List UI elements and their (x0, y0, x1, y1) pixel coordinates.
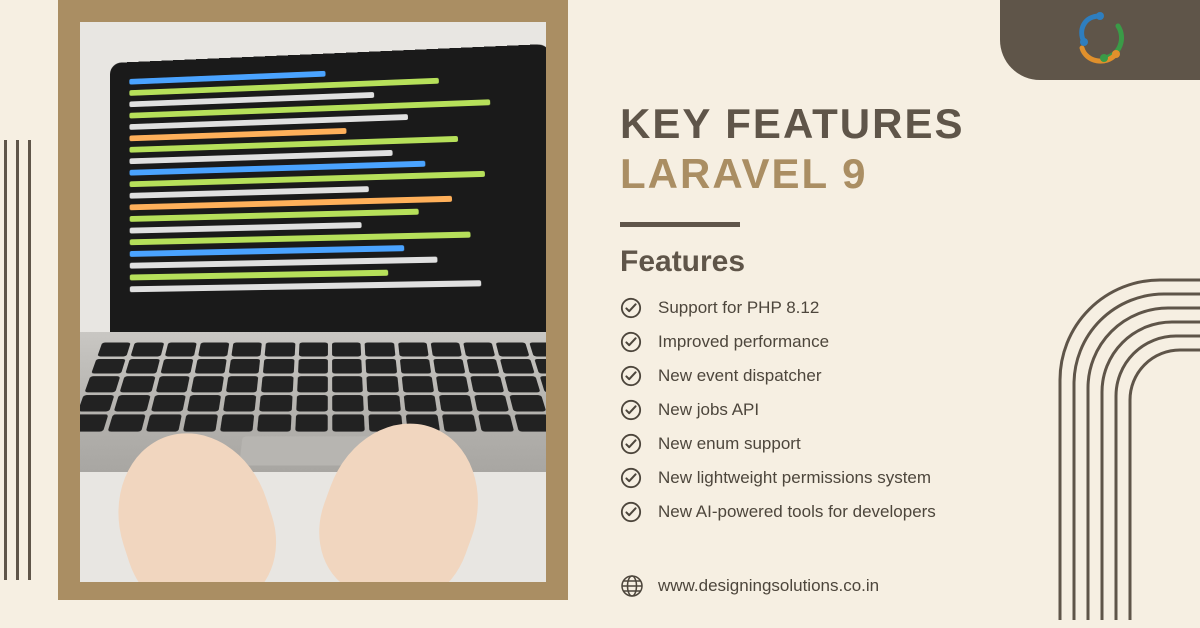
feature-item: Support for PHP 8.12 (620, 297, 1140, 319)
check-circle-icon (620, 331, 642, 353)
feature-item: New event dispatcher (620, 365, 1140, 387)
globe-icon (620, 574, 644, 598)
brand-logo-icon (1070, 8, 1130, 73)
website-footer: www.designingsolutions.co.in (620, 574, 879, 598)
feature-text: New AI-powered tools for developers (658, 502, 936, 522)
check-circle-icon (620, 365, 642, 387)
check-circle-icon (620, 399, 642, 421)
features-subheading: Features (620, 245, 1140, 279)
check-circle-icon (620, 433, 642, 455)
content-column: KEY FEATURES LARAVEL 9 Features Support … (620, 100, 1140, 535)
feature-text: New event dispatcher (658, 366, 821, 386)
check-circle-icon (620, 297, 642, 319)
feature-item: New lightweight permissions system (620, 467, 1140, 489)
heading-line2: LARAVEL 9 (620, 150, 1140, 198)
feature-text: New enum support (658, 434, 801, 454)
heading-line1: KEY FEATURES (620, 100, 1140, 148)
features-list: Support for PHP 8.12 Improved performance… (620, 297, 1140, 523)
laptop-photo (80, 22, 546, 582)
feature-text: New lightweight permissions system (658, 468, 931, 488)
feature-item: Improved performance (620, 331, 1140, 353)
feature-item: New enum support (620, 433, 1140, 455)
heading-divider (620, 222, 740, 227)
feature-item: New AI-powered tools for developers (620, 501, 1140, 523)
check-circle-icon (620, 501, 642, 523)
left-stripe-decoration (0, 140, 60, 580)
feature-item: New jobs API (620, 399, 1140, 421)
brand-logo-pill (1000, 0, 1200, 80)
feature-text: Improved performance (658, 332, 829, 352)
website-url: www.designingsolutions.co.in (658, 576, 879, 596)
check-circle-icon (620, 467, 642, 489)
feature-text: New jobs API (658, 400, 759, 420)
feature-text: Support for PHP 8.12 (658, 298, 819, 318)
